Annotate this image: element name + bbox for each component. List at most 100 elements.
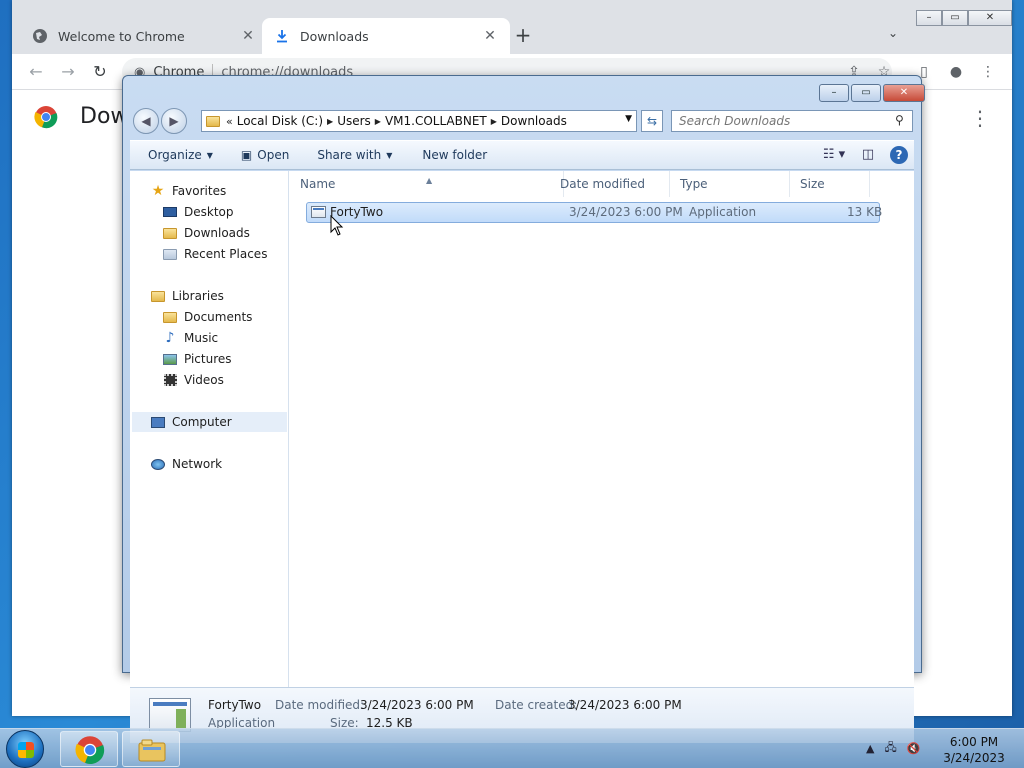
- chevron-right-icon[interactable]: ▶: [327, 117, 333, 126]
- recent-places-icon: [162, 247, 178, 261]
- open-icon: ▣: [240, 148, 253, 162]
- reload-icon[interactable]: ↻: [90, 62, 110, 82]
- profile-avatar-icon[interactable]: ●: [946, 62, 966, 82]
- folder-icon: [162, 226, 178, 240]
- taskbar-clock[interactable]: 6:00 PM 3/24/2023: [930, 734, 1018, 766]
- nav-favorites[interactable]: ★ Favorites: [150, 181, 227, 201]
- details-date-created-label: Date created:: [495, 698, 578, 712]
- libraries-icon: [150, 289, 166, 303]
- chrome-logo-icon: [34, 105, 58, 128]
- open-button[interactable]: ▣ Open: [233, 143, 297, 167]
- file-date-modified: 3/24/2023 6:00 PM: [569, 205, 683, 219]
- downloads-header: Dow: [34, 104, 128, 129]
- column-header-date-modified[interactable]: Date modified: [550, 171, 670, 197]
- file-type: Application: [689, 205, 757, 219]
- videos-icon: [162, 373, 178, 387]
- volume-muted-icon[interactable]: 🔇: [907, 742, 921, 755]
- menu-dots-icon[interactable]: ⋮: [970, 106, 990, 130]
- minimize-button[interactable]: –: [916, 10, 942, 26]
- explorer-window: – ▭ ✕ ◀ ▶ « Local Disk (C:) ▶ Users ▶ VM…: [122, 75, 925, 743]
- navigation-pane: ★ Favorites Desktop Downloads Recent Pla…: [130, 171, 289, 687]
- share-with-button[interactable]: Share with ▼: [309, 143, 400, 167]
- explorer-body: ★ Favorites Desktop Downloads Recent Pla…: [130, 171, 914, 687]
- nav-computer[interactable]: Computer: [132, 412, 287, 432]
- globe-icon: [32, 28, 48, 44]
- nav-network[interactable]: Network: [150, 454, 222, 474]
- show-hidden-icons-icon[interactable]: ▲: [866, 742, 874, 755]
- close-tab-icon[interactable]: ✕: [482, 28, 498, 44]
- breadcrumb-users[interactable]: Users: [337, 114, 371, 128]
- new-tab-button[interactable]: +: [512, 25, 534, 47]
- forward-arrow-icon[interactable]: →: [58, 62, 78, 82]
- sort-arrow-icon: ▲: [426, 176, 433, 185]
- back-arrow-icon[interactable]: ←: [26, 62, 46, 82]
- application-icon: [311, 206, 326, 218]
- details-date-modified: 3/24/2023 6:00 PM: [360, 698, 474, 712]
- star-icon: ★: [151, 183, 165, 199]
- menu-dots-icon[interactable]: ⋮: [978, 62, 998, 82]
- maximize-button[interactable]: ▭: [851, 84, 881, 102]
- details-date-modified-label: Date modified:: [275, 698, 365, 712]
- system-tray: ▲ 🖧 🔇: [866, 739, 930, 758]
- taskbar-chrome-button[interactable]: [60, 731, 118, 767]
- explorer-navigation-bar: ◀ ▶ « Local Disk (C:) ▶ Users ▶ VM1.COLL…: [131, 108, 913, 134]
- command-bar: Organize ▼ ▣ Open Share with ▼ New folder …: [130, 140, 914, 170]
- mouse-cursor-icon: [330, 215, 344, 236]
- nav-downloads[interactable]: Downloads: [162, 223, 250, 243]
- breadcrumb-downloads[interactable]: Downloads: [501, 114, 567, 128]
- clock-time: 6:00 PM: [949, 735, 999, 749]
- taskbar-explorer-button[interactable]: [122, 731, 180, 767]
- tab-downloads[interactable]: Downloads ✕: [262, 18, 510, 54]
- nav-videos[interactable]: Videos: [162, 370, 224, 390]
- column-header-type[interactable]: Type: [670, 171, 790, 197]
- search-icon[interactable]: ⚲: [895, 113, 904, 127]
- chevron-right-icon[interactable]: ▶: [375, 117, 381, 126]
- tab-title: Welcome to Chrome: [58, 28, 185, 44]
- breadcrumb-local-disk[interactable]: Local Disk (C:): [237, 114, 323, 128]
- table-row[interactable]: FortyTwo 3/24/2023 6:00 PM Application 1…: [306, 202, 882, 223]
- close-button[interactable]: ✕: [883, 84, 925, 102]
- nav-documents[interactable]: Documents: [162, 307, 252, 327]
- download-icon: [274, 28, 290, 44]
- computer-icon: [150, 415, 166, 429]
- refresh-icon[interactable]: ⇆: [641, 110, 663, 132]
- tab-title: Downloads: [300, 28, 369, 44]
- taskbar: ▲ 🖧 🔇 6:00 PM 3/24/2023: [0, 728, 1024, 768]
- preview-pane-icon[interactable]: ◫: [856, 144, 880, 166]
- file-list: Name ▲ Date modified Type Size FortyTwo …: [290, 171, 914, 687]
- close-button[interactable]: ✕: [968, 10, 1012, 26]
- music-icon: ♪: [165, 330, 175, 346]
- organize-button[interactable]: Organize ▼: [140, 143, 221, 167]
- search-input[interactable]: [671, 110, 913, 132]
- nav-music[interactable]: ♪ Music: [162, 328, 219, 348]
- start-button[interactable]: [6, 730, 44, 768]
- chevron-down-icon[interactable]: ⌄: [884, 26, 902, 44]
- details-date-created: 3/24/2023 6:00 PM: [568, 698, 682, 712]
- breadcrumb[interactable]: « Local Disk (C:) ▶ Users ▶ VM1.COLLABNE…: [201, 110, 637, 132]
- nav-pictures[interactable]: Pictures: [162, 349, 232, 369]
- chevron-down-icon[interactable]: ▼: [625, 114, 632, 124]
- chevron-double-left-icon[interactable]: «: [226, 115, 233, 128]
- nav-libraries[interactable]: Libraries: [150, 286, 224, 306]
- network-icon: [150, 457, 166, 471]
- chevron-right-icon[interactable]: ▶: [491, 117, 497, 126]
- new-folder-button[interactable]: New folder: [414, 143, 495, 167]
- forward-button[interactable]: ▶: [161, 108, 187, 134]
- breadcrumb-vm1[interactable]: VM1.COLLABNET: [385, 114, 487, 128]
- help-icon[interactable]: ?: [890, 146, 908, 164]
- chrome-logo-icon: [75, 736, 105, 764]
- nav-recent-places[interactable]: Recent Places: [162, 244, 267, 264]
- folder-icon: [138, 739, 166, 762]
- nav-desktop[interactable]: Desktop: [162, 202, 234, 222]
- clock-date: 3/24/2023: [943, 751, 1005, 765]
- tab-welcome[interactable]: Welcome to Chrome ✕: [20, 18, 268, 54]
- minimize-button[interactable]: –: [819, 84, 849, 102]
- column-header-size[interactable]: Size: [790, 171, 870, 197]
- restore-button[interactable]: ▭: [942, 10, 968, 26]
- chrome-window-controls: – ▭ ✕: [916, 10, 1012, 26]
- back-button[interactable]: ◀: [133, 108, 159, 134]
- close-tab-icon[interactable]: ✕: [240, 28, 256, 44]
- view-options-icon[interactable]: ☷ ▾: [822, 144, 846, 166]
- network-status-icon[interactable]: 🖧: [884, 739, 896, 758]
- column-header-name[interactable]: Name ▲: [290, 171, 564, 197]
